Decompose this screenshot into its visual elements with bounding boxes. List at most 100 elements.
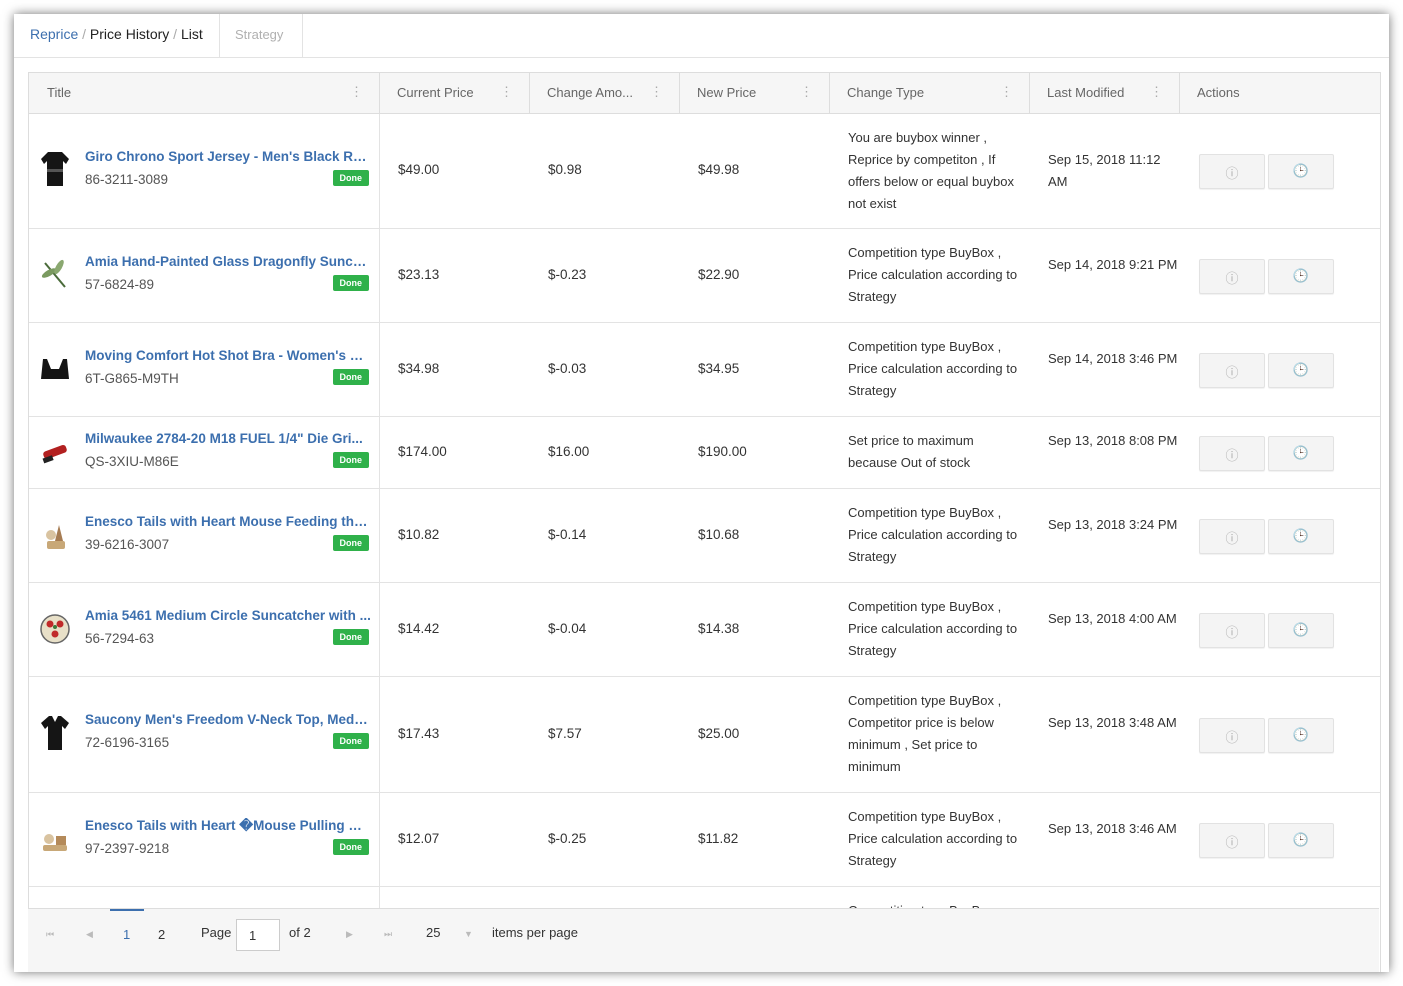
info-button[interactable]: ⓘ	[1199, 154, 1265, 189]
pagination-bar: ⏮ ◀ 1 2 Page of 2 ▶ ⏭ 25 ▼ items per pag…	[28, 908, 1379, 972]
status-badge: Done	[332, 170, 369, 186]
last-modified: Sep 15, 2018 11:12 AM	[1048, 152, 1161, 189]
change-amount: $-0.03	[548, 361, 587, 376]
tab-price-history[interactable]: Reprice / Price History / List	[14, 14, 220, 57]
first-page-icon[interactable]: ⏮	[46, 929, 54, 940]
history-button[interactable]: 🕒	[1268, 259, 1334, 294]
page-number-input[interactable]	[236, 919, 280, 951]
last-modified: Sep 13, 2018 3:24 PM	[1048, 517, 1178, 532]
table-row[interactable]: Amia 5461 Medium Circle Suncatcher with …	[29, 583, 1380, 677]
info-icon: ⓘ	[1225, 531, 1239, 546]
last-modified: Sep 14, 2018 3:46 PM	[1048, 351, 1178, 366]
table-row[interactable]: Enesco Tails with Heart �Mouse Pulling W…	[29, 793, 1380, 887]
product-title-link[interactable]: Giro Chrono Sport Jersey - Men's Black R…	[85, 149, 371, 164]
table-row[interactable]: Enesco Tails with Heart Mouse Feeding th…	[29, 489, 1380, 583]
page-link-2[interactable]: 2	[158, 927, 165, 942]
info-button[interactable]: ⓘ	[1199, 613, 1265, 648]
table-row[interactable]: Saucony Men's Freedom V-Neck Top, Mediu.…	[29, 677, 1380, 793]
current-price: $49.00	[398, 162, 440, 177]
column-menu-icon[interactable]: ⋮	[650, 85, 663, 99]
change-type: Competition type BuyBox , Competitor pri…	[848, 693, 1002, 774]
grid-header: Title ⋮ Current Price ⋮ Change Amo... ⋮ …	[29, 73, 1380, 114]
prev-page-icon[interactable]: ◀	[86, 929, 93, 940]
new-price: $49.98	[698, 162, 740, 177]
product-title-link[interactable]: Enesco Tails with Heart �Mouse Pulling W…	[85, 818, 371, 834]
breadcrumb-reprice-link[interactable]: Reprice	[30, 26, 78, 42]
column-header-new-price[interactable]: New Price ⋮	[679, 73, 830, 113]
history-button[interactable]: 🕒	[1268, 353, 1334, 388]
history-button[interactable]: 🕒	[1268, 154, 1334, 189]
change-amount: $0.98	[548, 162, 582, 177]
change-amount: $-0.25	[548, 831, 587, 846]
column-header-last-modified[interactable]: Last Modified ⋮	[1029, 73, 1180, 113]
clock-icon: 🕒	[1292, 163, 1310, 178]
product-title-link[interactable]: Amia Hand-Painted Glass Dragonfly Suncat…	[85, 254, 371, 269]
new-price: $11.82	[698, 831, 739, 846]
last-page-icon[interactable]: ⏭	[384, 929, 392, 940]
change-type: Competition type BuyBox , Price calculat…	[848, 245, 1018, 304]
title-cell: Amia Hand-Painted Glass Dragonfly Suncat…	[29, 229, 380, 322]
table-row[interactable]: Amia Hand-Painted Glass Dragonfly Suncat…	[29, 229, 1380, 323]
column-menu-icon[interactable]: ⋮	[1150, 85, 1163, 99]
suncatcher-icon	[40, 614, 70, 644]
column-header-title[interactable]: Title ⋮	[29, 73, 380, 113]
title-cell: Amia 5461 Medium Circle Suncatcher with …	[29, 583, 380, 676]
column-new-price-label: New Price	[697, 85, 757, 100]
table-row[interactable]: Moving Comfort Hot Shot Bra - Women's Bl…	[29, 323, 1380, 417]
current-price: $10.82	[398, 527, 440, 542]
history-button[interactable]: 🕒	[1268, 718, 1334, 753]
change-type: Competition type BuyBox , Price calculat…	[848, 505, 1018, 564]
column-menu-icon[interactable]: ⋮	[350, 85, 363, 99]
history-button[interactable]: 🕒	[1268, 613, 1334, 648]
info-icon: ⓘ	[1225, 730, 1239, 745]
product-title-link[interactable]: Milwaukee 2784-20 M18 FUEL 1/4" Die Gri.…	[85, 431, 371, 446]
figurine-icon	[43, 834, 67, 851]
price-history-grid: Title ⋮ Current Price ⋮ Change Amo... ⋮ …	[28, 72, 1381, 972]
status-badge: Done	[332, 452, 369, 468]
column-menu-icon[interactable]: ⋮	[1000, 85, 1013, 99]
column-header-current-price[interactable]: Current Price ⋮	[379, 73, 530, 113]
title-cell: Enesco Tails with Heart Mouse Feeding th…	[29, 489, 380, 582]
product-sku: 56-7294-63	[85, 631, 155, 646]
table-row[interactable]: Giro Chrono Sport Jersey - Men's Black R…	[29, 114, 1380, 229]
product-title-link[interactable]: Moving Comfort Hot Shot Bra - Women's Bl…	[85, 348, 371, 363]
info-button[interactable]: ⓘ	[1199, 519, 1265, 554]
history-button[interactable]: 🕒	[1268, 519, 1334, 554]
breadcrumb-separator: /	[173, 26, 178, 42]
product-sku: QS-3XIU-M86E	[85, 454, 179, 469]
product-sku: 6T-G865-M9TH	[85, 371, 179, 386]
new-price: $22.90	[698, 267, 740, 282]
current-price: $23.13	[398, 267, 440, 282]
product-sku: 39-6216-3007	[85, 537, 170, 552]
info-button[interactable]: ⓘ	[1199, 718, 1265, 753]
change-amount: $16.00	[548, 444, 590, 459]
page-label: Page	[201, 925, 232, 940]
tab-strategy[interactable]: Strategy	[219, 14, 303, 57]
column-menu-icon[interactable]: ⋮	[800, 85, 813, 99]
change-amount: $-0.14	[548, 527, 587, 542]
column-title-label: Title	[47, 85, 72, 100]
column-current-price-label: Current Price	[397, 85, 474, 100]
product-title-link[interactable]: Saucony Men's Freedom V-Neck Top, Mediu.…	[85, 712, 371, 727]
column-menu-icon[interactable]: ⋮	[500, 85, 513, 99]
new-price: $34.95	[698, 361, 740, 376]
table-row[interactable]: Milwaukee 2784-20 M18 FUEL 1/4" Die Gri.…	[29, 417, 1380, 489]
tab-strategy-label: Strategy	[235, 27, 284, 42]
clock-icon: 🕒	[1292, 445, 1310, 460]
breadcrumb-separator: /	[82, 26, 87, 42]
history-button[interactable]: 🕒	[1268, 823, 1334, 858]
product-title-link[interactable]: Enesco Tails with Heart Mouse Feeding th…	[85, 514, 371, 529]
jersey-icon	[41, 152, 69, 186]
next-page-icon[interactable]: ▶	[346, 929, 353, 940]
product-title-link[interactable]: Amia 5461 Medium Circle Suncatcher with …	[85, 608, 371, 623]
column-header-change-amount[interactable]: Change Amo... ⋮	[529, 73, 680, 113]
last-modified: Sep 13, 2018 8:08 PM	[1048, 433, 1178, 448]
info-button[interactable]: ⓘ	[1199, 823, 1265, 858]
info-button[interactable]: ⓘ	[1199, 353, 1265, 388]
column-header-change-type[interactable]: Change Type ⋮	[829, 73, 1030, 113]
page-link-1[interactable]: 1	[123, 927, 130, 942]
info-button[interactable]: ⓘ	[1199, 436, 1265, 471]
history-button[interactable]: 🕒	[1268, 436, 1334, 471]
info-icon: ⓘ	[1225, 835, 1239, 850]
info-button[interactable]: ⓘ	[1199, 259, 1265, 294]
